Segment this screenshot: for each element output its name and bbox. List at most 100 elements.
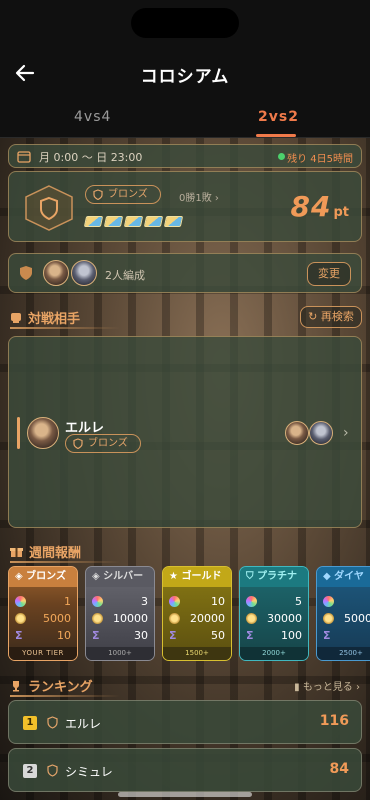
bar-chart-icon: ▮ <box>294 682 303 693</box>
reward-row: 3 <box>92 595 150 609</box>
tier-footer: 2500+ <box>317 647 370 660</box>
season-period-bar: 月 0:00 〜 日 23:00 残り 4日5時間 <box>8 144 362 168</box>
diamond-icon: ◆ <box>323 571 335 582</box>
active-tab-indicator <box>256 134 296 137</box>
ticket-list <box>83 212 185 231</box>
tier-name: ダイヤ <box>334 571 364 582</box>
reward-tier-card[interactable]: ◈ シルバー 3 10000 Σ 30 1000+ <box>85 566 155 661</box>
reward-tier-card[interactable]: ◈ ブロンズ 1 5000 Σ 10 YOUR TIER <box>8 566 78 661</box>
reward-value: 10000 <box>113 612 148 625</box>
ranking-heading: ランキング <box>10 676 93 695</box>
sigma-icon: Σ <box>15 629 23 642</box>
opponent-member-avatar <box>285 421 309 445</box>
reward-row: 5000 <box>15 612 73 626</box>
sigma-icon: Σ <box>246 629 254 642</box>
shield-icon: ◈ <box>92 571 104 582</box>
reward-tier-card[interactable]: ◆ ダイヤ 9 50000 Σ1 2500+ <box>316 566 370 661</box>
sigma-icon: Σ <box>92 629 100 642</box>
app-root: コロシアム 4vs4 2vs2 月 0:00 〜 日 23:00 残り 4日5時… <box>0 0 370 800</box>
win-loss-record[interactable]: 0勝1敗 › <box>179 189 219 204</box>
ranking-score: 116 <box>319 713 349 729</box>
tier-header: ◆ ダイヤ <box>317 567 370 587</box>
gem-icon <box>15 596 26 607</box>
coin-icon <box>92 613 103 624</box>
controller-icon <box>11 313 21 323</box>
tier-header: ★ ゴールド <box>163 567 231 587</box>
gem-icon <box>323 596 334 607</box>
shield-icon: ◈ <box>15 571 27 582</box>
reward-value: 10 <box>211 595 225 608</box>
ranking-score: 84 <box>329 761 349 777</box>
points-unit: pt <box>333 205 349 220</box>
reward-row: 10 <box>169 595 227 609</box>
ranking-player-name: シミュレ <box>65 765 113 779</box>
selected-indicator <box>17 417 20 449</box>
reward-value: 30 <box>134 629 148 642</box>
section-underline <box>10 695 120 697</box>
reward-tier-list: ◈ ブロンズ 1 5000 Σ 10 YOUR TIER ◈ シルバー 3 100… <box>8 566 370 662</box>
page-title: コロシアム <box>140 67 230 87</box>
gem-icon <box>169 596 180 607</box>
tier-header: ⛉ プラチナ <box>240 567 308 587</box>
ticket-icon <box>143 216 164 227</box>
opponents-heading: 対戦相手 <box>10 308 80 327</box>
shield-icon <box>73 438 83 449</box>
ticket-icon <box>123 216 144 227</box>
sigma-icon: Σ <box>169 629 177 642</box>
opponent-card[interactable]: エルレ ブロンズ › <box>8 336 362 528</box>
tier-footer: 2000+ <box>240 647 308 660</box>
tab-4vs4[interactable]: 4vs4 <box>74 109 111 125</box>
weekly-rewards-heading-text: 週間報酬 <box>29 546 82 561</box>
reward-row: 9 <box>323 595 370 609</box>
team-size-label: 2人編成 <box>105 269 145 282</box>
ticket-icon <box>163 216 184 227</box>
reward-row: Σ 10 <box>15 629 73 643</box>
reward-value: 50 <box>211 629 225 642</box>
reward-row: Σ 30 <box>92 629 150 643</box>
mode-tabs: 4vs4 2vs2 <box>0 100 370 138</box>
gift-box-icon <box>10 548 23 557</box>
my-rank-card: ブロンズ 0勝1敗 › 84 pt <box>8 171 362 242</box>
coin-icon <box>169 613 180 624</box>
reward-row: 30000 <box>246 612 304 626</box>
weekly-rewards-heading: 週間報酬 <box>10 542 81 561</box>
home-indicator <box>118 792 252 797</box>
reward-tier-card[interactable]: ★ ゴールド 10 20000 Σ 50 1500+ <box>162 566 232 661</box>
tab-2vs2[interactable]: 2vs2 <box>258 109 299 125</box>
rank-number-badge: 1 <box>23 716 37 730</box>
shield-icon <box>47 716 58 729</box>
chevron-right-icon: › <box>343 425 349 441</box>
gem-icon <box>246 596 257 607</box>
reward-tier-card[interactable]: ⛉ プラチナ 5 30000 Σ 100 2000+ <box>239 566 309 661</box>
research-button-label: 再検索 <box>320 310 354 323</box>
see-more-link[interactable]: ▮ もっと見る › <box>294 678 360 693</box>
change-team-button[interactable]: 変更 <box>307 262 351 286</box>
reward-value: 100 <box>281 629 302 642</box>
sigma-icon: Σ <box>323 629 331 642</box>
reward-row: 5 <box>246 595 304 609</box>
star-icon: ★ <box>169 571 182 582</box>
live-status-dot <box>278 153 285 160</box>
team-formation-bar: 2人編成 変更 <box>8 253 362 293</box>
shield-icon <box>93 189 103 200</box>
refresh-icon: ↻ <box>308 310 321 323</box>
opponent-avatar <box>27 417 59 449</box>
reward-row: 20000 <box>169 612 227 626</box>
reward-value: 3 <box>141 595 148 608</box>
tier-name: ゴールド <box>181 571 222 582</box>
ranking-row[interactable]: 2 シミュレ 84 <box>8 748 362 792</box>
reward-value: 30000 <box>267 612 302 625</box>
tier-name: ブロンズ <box>26 571 66 582</box>
opponents-heading-text: 対戦相手 <box>28 312 81 327</box>
reward-value: 10 <box>57 629 71 642</box>
remaining-time: 残り 4日5時間 <box>287 154 353 165</box>
diamond-shield-icon: ⛉ <box>246 571 257 582</box>
reward-row: 50000 <box>323 612 370 626</box>
reward-value: 50000 <box>344 612 370 625</box>
reward-value: 5 <box>295 595 302 608</box>
research-button[interactable]: ↻ 再検索 <box>300 306 362 328</box>
shield-icon <box>47 764 58 777</box>
ranking-heading-text: ランキング <box>28 680 93 695</box>
shield-icon <box>20 266 32 280</box>
ranking-row[interactable]: 1 エルレ 116 <box>8 700 362 744</box>
